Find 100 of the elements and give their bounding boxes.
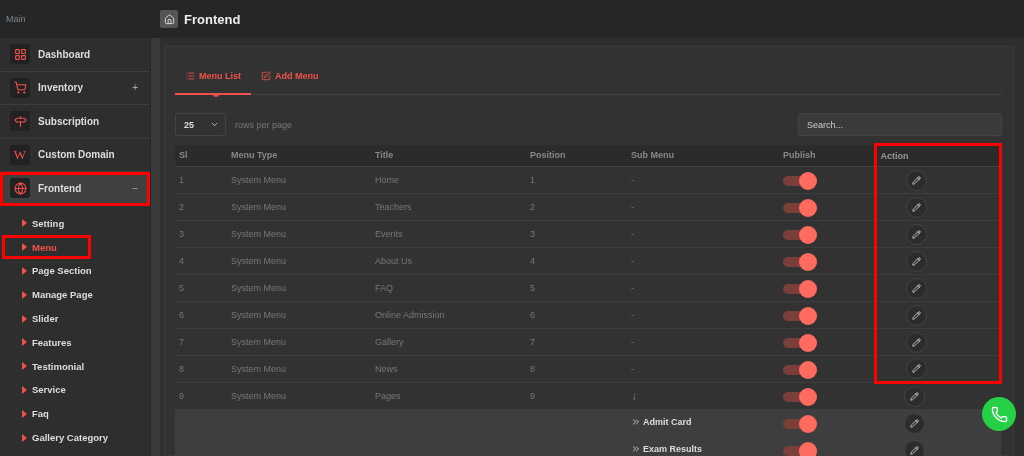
- table-cell: 8: [526, 355, 627, 383]
- submenu-item[interactable]: Setting: [2, 211, 91, 236]
- sidebar-item[interactable]: Inventory +: [0, 71, 150, 105]
- table-cell: 9: [526, 382, 627, 410]
- tab[interactable]: Menu List: [175, 59, 251, 95]
- pencil-icon: [911, 256, 921, 266]
- table-cell: 7: [526, 328, 627, 356]
- table-cell: Gallery: [371, 328, 526, 356]
- submenu-name: Exam Results: [631, 444, 703, 454]
- edit-button[interactable]: [904, 412, 925, 434]
- sidebar-item[interactable]: Frontend −: [0, 172, 150, 206]
- edit-button[interactable]: [904, 386, 925, 407]
- search-field[interactable]: Search...: [798, 113, 1002, 136]
- table-cell: -: [631, 283, 634, 293]
- submenu-item[interactable]: Menu: [2, 235, 91, 260]
- edit-button[interactable]: [905, 358, 927, 379]
- table-cell: Online Admission: [371, 301, 526, 329]
- table-cell: System Menu: [227, 247, 371, 275]
- publish-toggle[interactable]: [783, 415, 815, 431]
- edit-button[interactable]: [905, 196, 927, 218]
- pencil-icon: [911, 175, 921, 185]
- home-icon[interactable]: [160, 10, 178, 28]
- pencil-icon: [911, 202, 921, 212]
- submenu-item[interactable]: Features: [2, 330, 91, 355]
- publish-toggle[interactable]: [783, 388, 815, 404]
- table-cell: System Menu: [227, 301, 371, 329]
- triangle-icon: [22, 267, 27, 275]
- publish-toggle[interactable]: [783, 334, 815, 350]
- table-cell: 1: [175, 166, 227, 194]
- submenu-name: Admit Card: [631, 417, 692, 427]
- triangle-icon: [22, 385, 27, 394]
- edit-button[interactable]: [905, 169, 927, 191]
- table-cell: System Menu: [227, 382, 371, 410]
- section-label: Main: [5, 13, 27, 26]
- edit-button[interactable]: [905, 277, 927, 299]
- edit-button[interactable]: [905, 331, 927, 353]
- publish-toggle[interactable]: [783, 361, 815, 377]
- table-cell: Home: [371, 166, 526, 194]
- page-title: Frontend: [184, 11, 241, 27]
- table-cell: 2: [526, 193, 627, 221]
- publish-toggle[interactable]: [783, 253, 815, 269]
- pencil-icon: [910, 392, 919, 401]
- edit-button[interactable]: [905, 304, 927, 326]
- column-header: Menu Type: [227, 144, 371, 167]
- submenu-item[interactable]: Service: [2, 378, 91, 402]
- column-header: Title: [371, 144, 526, 167]
- table-cell: -: [631, 175, 634, 185]
- table-cell: 4: [526, 247, 627, 275]
- table-cell: 4: [175, 247, 227, 275]
- column-header: Action: [875, 144, 1001, 167]
- edit-button[interactable]: [905, 223, 927, 245]
- publish-toggle[interactable]: [783, 172, 815, 188]
- table-cell: 5: [175, 274, 227, 302]
- submenu-item[interactable]: Faq: [2, 401, 91, 426]
- sidebar-item[interactable]: Dashboard: [0, 38, 150, 72]
- table-cell: 8: [175, 355, 227, 383]
- publish-toggle[interactable]: [783, 307, 815, 323]
- pencil-icon: [910, 445, 919, 455]
- pencil-icon: [911, 310, 921, 320]
- publish-toggle[interactable]: [783, 226, 815, 242]
- table-cell: -: [631, 256, 634, 266]
- publish-toggle[interactable]: [783, 442, 815, 456]
- signpost-icon: [10, 111, 30, 132]
- edit-button[interactable]: [904, 439, 925, 456]
- table-cell: System Menu: [227, 328, 371, 356]
- table-cell: -: [631, 310, 634, 320]
- submenu-item[interactable]: Testimonial: [2, 354, 95, 379]
- sidebar-scrollbar[interactable]: [150, 38, 160, 456]
- submenu-item[interactable]: Page Section: [2, 259, 102, 283]
- publish-toggle[interactable]: [783, 280, 815, 296]
- submenu-item[interactable]: Gallery Category: [2, 425, 119, 450]
- table-cell: -: [631, 337, 634, 347]
- letter-icon: W: [10, 144, 30, 165]
- column-header: Sl: [175, 144, 227, 167]
- table-cell: -: [631, 229, 634, 239]
- table-cell: Events: [371, 220, 526, 248]
- table-cell: System Menu: [227, 274, 371, 302]
- tab[interactable]: Add Menu: [251, 59, 329, 95]
- pencil-icon: [911, 337, 921, 347]
- submenu-item[interactable]: Manage Page: [2, 282, 103, 307]
- table-cell: System Menu: [227, 220, 371, 248]
- pencil-icon: [911, 229, 921, 239]
- double-chevron-icon: [631, 444, 641, 454]
- publish-toggle[interactable]: [783, 199, 815, 215]
- table-cell: FAQ: [371, 274, 526, 302]
- table-cell: -: [631, 202, 634, 212]
- table-cell: 6: [526, 301, 627, 329]
- column-header: Sub Menu: [627, 144, 779, 167]
- column-header: Publish: [779, 144, 875, 167]
- column-header: Position: [526, 144, 627, 167]
- cart-icon: [10, 77, 30, 98]
- triangle-icon: [22, 433, 27, 442]
- submenu-item[interactable]: Slider: [2, 306, 91, 331]
- table-cell: 9: [175, 382, 227, 410]
- sidebar-item[interactable]: Subscription: [0, 105, 150, 139]
- edit-button[interactable]: [905, 250, 927, 272]
- page-size-select[interactable]: 25: [175, 113, 226, 136]
- list-icon: [185, 71, 195, 81]
- pencil-icon: [911, 283, 921, 293]
- triangle-icon: [22, 409, 27, 418]
